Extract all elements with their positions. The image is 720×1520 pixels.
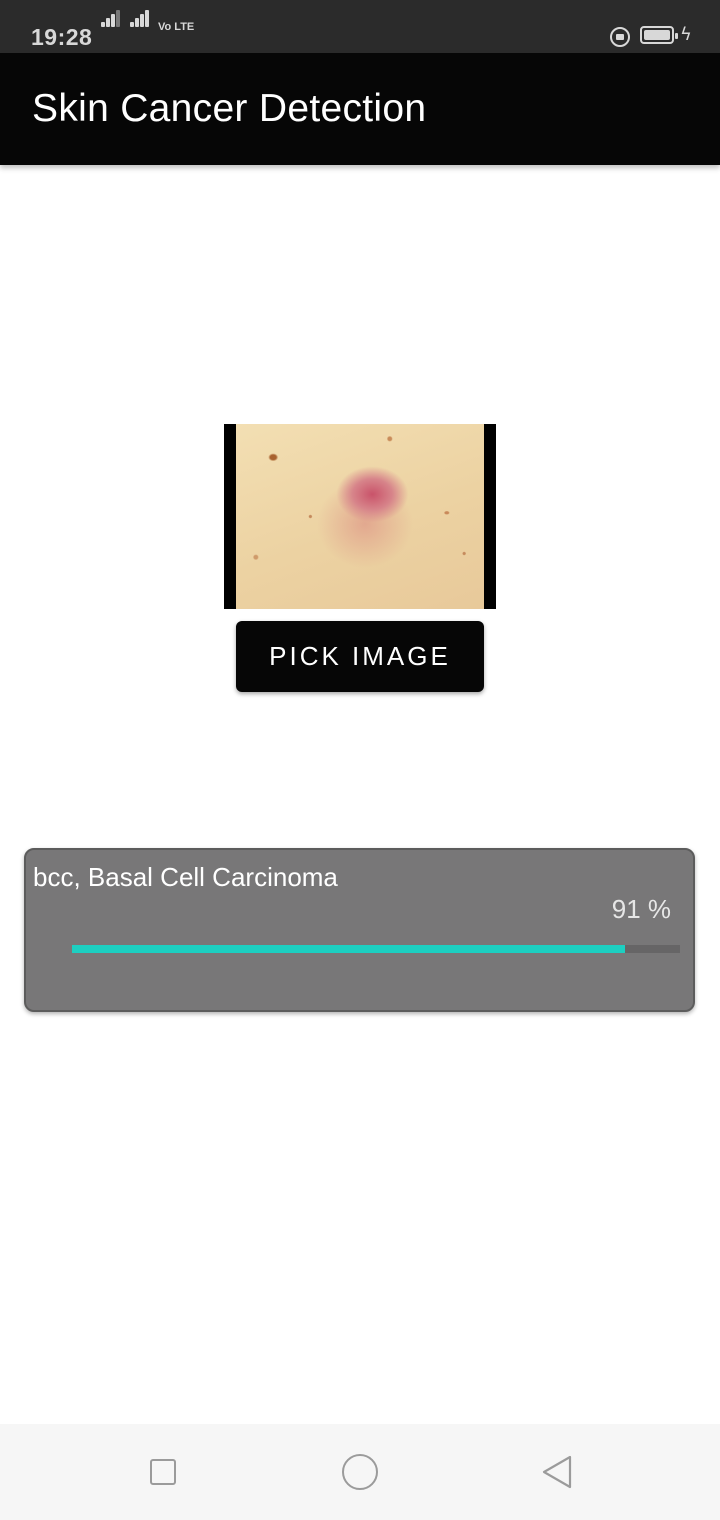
- status-bar: 19:28 Vo LTE ϟ: [0, 0, 720, 53]
- recents-icon[interactable]: [150, 1459, 176, 1485]
- skin-lesion-image: [224, 424, 496, 609]
- skin-lesion-photo: [236, 424, 484, 609]
- charging-icon: ϟ: [680, 24, 692, 45]
- rotation-lock-icon: [610, 27, 630, 47]
- back-icon[interactable]: [540, 1454, 574, 1490]
- battery-icon: [640, 26, 678, 44]
- volte-icon: Vo LTE: [158, 21, 195, 33]
- pick-image-button[interactable]: PICK IMAGE: [236, 621, 484, 692]
- confidence-percent: 91 %: [611, 894, 671, 924]
- status-time: 19:28: [31, 24, 93, 50]
- result-label: bcc, Basal Cell Carcinoma: [33, 862, 338, 892]
- page-title: Skin Cancer Detection: [32, 87, 427, 130]
- app-bar: Skin Cancer Detection: [0, 53, 720, 165]
- confidence-progress-fill: [72, 945, 626, 953]
- navigation-bar: [0, 1424, 720, 1520]
- home-icon[interactable]: [342, 1454, 378, 1490]
- result-card: bcc, Basal Cell Carcinoma 91 %: [24, 848, 695, 1012]
- confidence-progress-bar: [72, 945, 680, 953]
